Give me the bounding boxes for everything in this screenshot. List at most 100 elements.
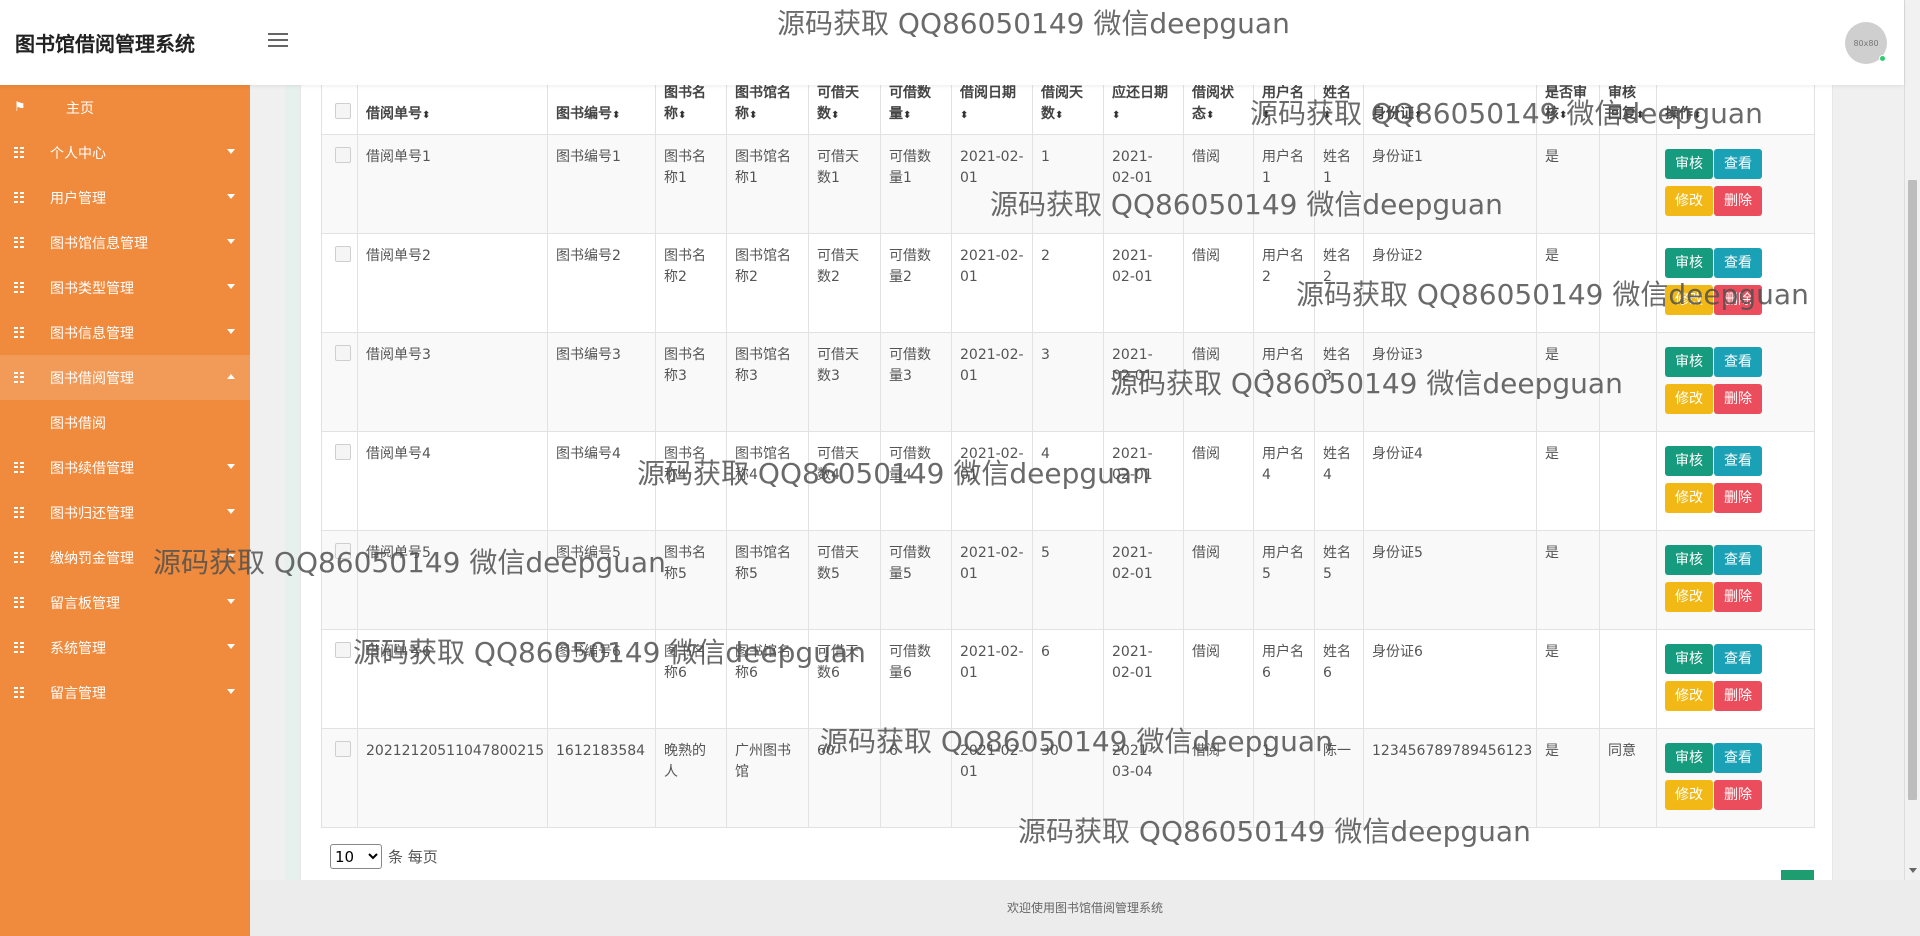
delete-button[interactable]: 删除 (1714, 681, 1762, 711)
row-checkbox[interactable] (335, 345, 351, 361)
row-checkbox[interactable] (335, 246, 351, 262)
edit-button[interactable]: 修改 (1665, 780, 1713, 810)
row-checkbox[interactable] (335, 543, 351, 559)
edit-button[interactable]: 修改 (1665, 186, 1713, 216)
view-button[interactable]: 查看 (1714, 644, 1762, 674)
table-cell: 借阅 (1183, 629, 1254, 729)
table-cell: 用户名1 (1253, 134, 1315, 234)
row-select-cell (321, 431, 358, 531)
sidebar-item[interactable]: 图书馆信息管理 (0, 220, 250, 265)
sidebar-item[interactable]: 个人中心 (0, 130, 250, 175)
table-cell: 2021-02-01 (1103, 530, 1184, 630)
column-header-label: 图书馆名称 (735, 85, 791, 122)
table-cell: 图书编号2 (547, 233, 656, 333)
table-cell: 6 (880, 728, 952, 828)
delete-button[interactable]: 删除 (1714, 780, 1762, 810)
review-button[interactable]: 审核 (1665, 446, 1713, 476)
view-button[interactable]: 查看 (1714, 248, 1762, 278)
column-header-label: 审核回复 (1608, 85, 1636, 122)
table-cell: 图书名称1 (655, 134, 727, 234)
hamburger-menu-icon[interactable] (268, 33, 288, 49)
table-cell: 1 (1032, 134, 1104, 234)
sidebar-subitem[interactable]: 图书借阅 (0, 400, 250, 445)
review-button[interactable]: 审核 (1665, 248, 1713, 278)
grid-icon (14, 146, 28, 159)
grid-icon (14, 281, 28, 294)
table-cell: 借阅 (1183, 431, 1254, 531)
chevron-down-icon (227, 149, 235, 154)
view-button[interactable]: 查看 (1714, 149, 1762, 179)
table-cell: 晚熟的人 (655, 728, 727, 828)
sidebar-item-label: 系统管理 (50, 640, 106, 657)
delete-button[interactable]: 删除 (1714, 285, 1762, 315)
edit-button[interactable]: 修改 (1665, 384, 1713, 414)
table-cell (1599, 134, 1657, 234)
row-checkbox[interactable] (335, 444, 351, 460)
sidebar-item[interactable]: ⚑ 主页 (0, 85, 250, 130)
sidebar-item[interactable]: 图书信息管理 (0, 310, 250, 355)
row-checkbox[interactable] (335, 642, 351, 658)
table-cell (1599, 233, 1657, 333)
review-button[interactable]: 审核 (1665, 545, 1713, 575)
row-checkbox[interactable] (335, 147, 351, 163)
table-cell: 可借数量6 (880, 629, 952, 729)
sidebar-item[interactable]: 图书借阅管理 (0, 355, 250, 400)
pagination-accent (1781, 870, 1814, 880)
scroll-thumb[interactable] (1908, 180, 1917, 800)
sidebar-item[interactable]: 留言板管理 (0, 580, 250, 625)
row-select-cell (321, 728, 358, 828)
edit-button[interactable]: 修改 (1665, 582, 1713, 612)
review-button[interactable]: 审核 (1665, 644, 1713, 674)
sidebar-item-label: 留言板管理 (50, 595, 120, 612)
table-cell: 是 (1536, 134, 1600, 234)
review-button[interactable]: 审核 (1665, 743, 1713, 773)
sort-icon: ⬍ (422, 110, 431, 121)
column-header-label: 借阅日期 (960, 85, 1016, 101)
table-cell: 图书馆名称4 (726, 431, 809, 531)
delete-button[interactable]: 删除 (1714, 483, 1762, 513)
sidebar-item-label: 图书馆信息管理 (50, 235, 148, 252)
table-cell: 身份证1 (1363, 134, 1537, 234)
view-button[interactable]: 查看 (1714, 743, 1762, 773)
sidebar-item[interactable]: 图书类型管理 (0, 265, 250, 310)
row-actions: 审核 查看修改 删除 (1656, 233, 1815, 333)
delete-button[interactable]: 删除 (1714, 186, 1762, 216)
table-cell: 姓名2 (1314, 233, 1364, 333)
view-button[interactable]: 查看 (1714, 347, 1762, 377)
delete-button[interactable]: 删除 (1714, 384, 1762, 414)
grid-icon (14, 461, 28, 474)
table-body: 借阅单号1 图书编号1 图书名称1 图书馆名称1 可借天数1 可借数量1 2021-02-0… (321, 134, 1815, 828)
sidebar: ⚑ 主页个人中心用户管理图书馆信息管理图书类型管理 图书信息管理 图书借阅管理 图书借阅… (0, 85, 250, 936)
sidebar-item[interactable]: 图书归还管理 (0, 490, 250, 535)
table-cell: 借阅单号2 (357, 233, 548, 333)
sidebar-item-label: 图书归还管理 (50, 505, 134, 522)
row-checkbox[interactable] (335, 741, 351, 757)
sort-icon: ⬍ (960, 110, 969, 121)
sidebar-item-label: 主页 (66, 100, 94, 117)
chevron-down-icon (227, 509, 235, 514)
sidebar-item-label: 个人中心 (50, 145, 106, 162)
view-button[interactable]: 查看 (1714, 446, 1762, 476)
review-button[interactable]: 审核 (1665, 149, 1713, 179)
scrollbar[interactable] (1904, 0, 1920, 880)
delete-button[interactable]: 删除 (1714, 582, 1762, 612)
sort-icon: ⬍ (1636, 110, 1645, 121)
view-button[interactable]: 查看 (1714, 545, 1762, 575)
page-size-select[interactable]: 10 (330, 844, 382, 869)
grid-icon (14, 236, 28, 249)
select-all-checkbox[interactable] (335, 103, 351, 119)
review-button[interactable]: 审核 (1665, 347, 1713, 377)
edit-button[interactable]: 修改 (1665, 681, 1713, 711)
edit-button[interactable]: 修改 (1665, 483, 1713, 513)
sidebar-item[interactable]: 系统管理 (0, 625, 250, 670)
sidebar-item[interactable]: 图书续借管理 (0, 445, 250, 490)
sidebar-item[interactable]: 用户管理 (0, 175, 250, 220)
table-cell: 3 (1032, 332, 1104, 432)
scroll-down-arrow-icon[interactable] (1909, 868, 1917, 873)
sort-icon: ⬍ (1414, 110, 1423, 121)
sidebar-item[interactable]: 缴纳罚金管理 (0, 535, 250, 580)
sidebar-item-label: 缴纳罚金管理 (50, 550, 134, 567)
table-cell: 4 (1032, 431, 1104, 531)
sidebar-item[interactable]: 留言管理 (0, 670, 250, 715)
edit-button[interactable]: 修改 (1665, 285, 1713, 315)
